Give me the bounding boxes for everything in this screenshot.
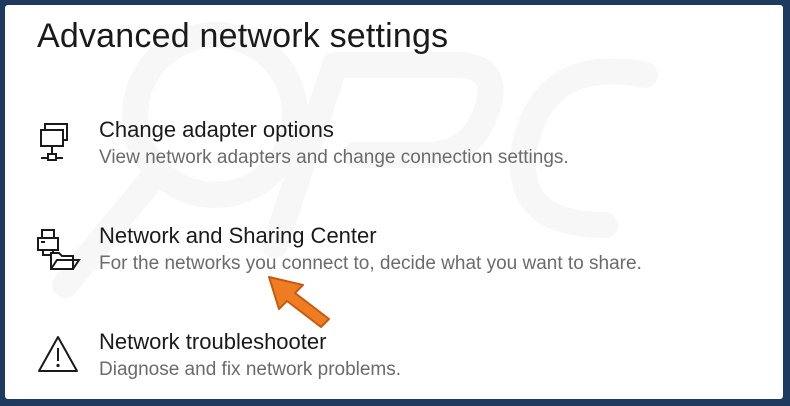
sharing-center-icon (35, 227, 81, 273)
change-adapter-options-label: Change adapter options (99, 117, 334, 142)
change-adapter-options-link[interactable]: Change adapter options View network adap… (35, 117, 765, 179)
network-sharing-center-label: Network and Sharing Center (99, 223, 377, 248)
settings-panel: Advanced network settings Change adapter… (5, 5, 783, 399)
orange-arrow-pointer-icon (268, 276, 330, 328)
network-adapter-icon (35, 121, 81, 167)
network-troubleshooter-description: Diagnose and fix network problems. (99, 359, 402, 380)
network-troubleshooter-link[interactable]: Network troubleshooter Diagnose and fix … (35, 329, 765, 391)
warning-icon (35, 333, 81, 379)
network-sharing-center-link[interactable]: Network and Sharing Center For the netwo… (35, 223, 765, 285)
page-title: Advanced network settings (37, 17, 449, 55)
change-adapter-options-description: View network adapters and change connect… (99, 147, 569, 168)
network-sharing-center-description: For the networks you connect to, decide … (99, 253, 642, 274)
